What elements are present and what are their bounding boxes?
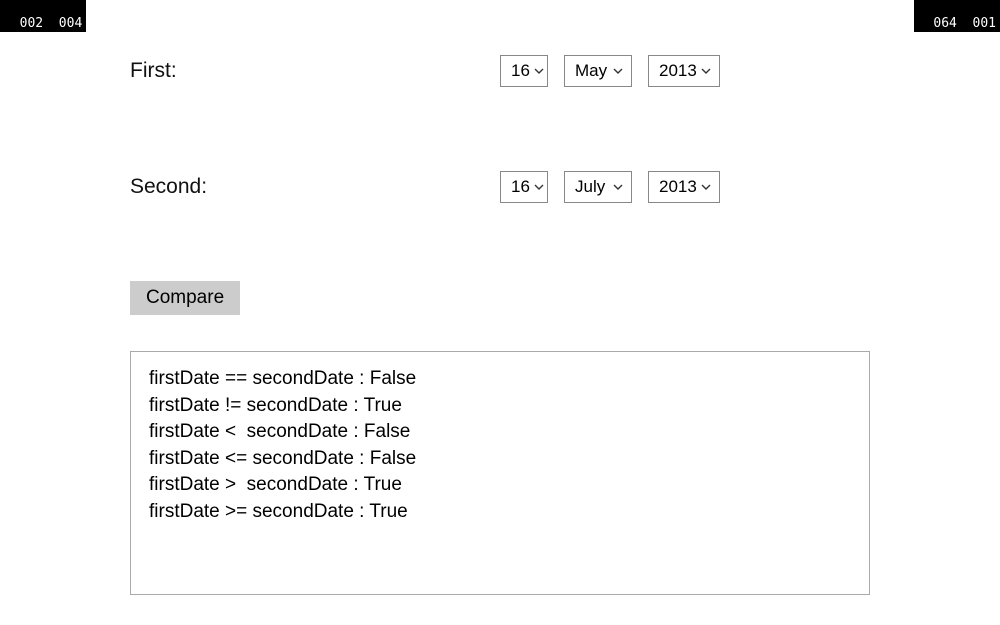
- first-year-value: 2013: [659, 61, 697, 81]
- output-line: firstDate >= secondDate : True: [149, 499, 851, 526]
- second-day-value: 16: [511, 177, 530, 197]
- output-line: firstDate < secondDate : False: [149, 419, 851, 446]
- chevron-down-icon: [534, 66, 544, 76]
- first-date-row: First: 16 May 2013: [130, 55, 870, 87]
- chevron-down-icon: [613, 66, 623, 76]
- corner-number: 001: [973, 16, 996, 31]
- second-year-select[interactable]: 2013: [648, 171, 720, 203]
- second-date-label: Second:: [130, 175, 500, 199]
- first-month-select[interactable]: May: [564, 55, 632, 87]
- chevron-down-icon: [701, 66, 711, 76]
- second-month-select[interactable]: July: [564, 171, 632, 203]
- second-year-value: 2013: [659, 177, 697, 197]
- corner-top-left: 002 004: [0, 0, 86, 32]
- output-textarea[interactable]: firstDate == secondDate : False firstDat…: [130, 351, 870, 595]
- compare-button[interactable]: Compare: [130, 281, 240, 315]
- output-line: firstDate == secondDate : False: [149, 366, 851, 393]
- first-month-value: May: [575, 61, 609, 81]
- corner-number: 064: [933, 16, 956, 31]
- second-date-row: Second: 16 July 2013: [130, 171, 870, 203]
- corner-top-right: 064 001: [914, 0, 1000, 32]
- corner-number: 002: [20, 16, 43, 31]
- chevron-down-icon: [613, 182, 623, 192]
- chevron-down-icon: [534, 182, 544, 192]
- output-line: firstDate <= secondDate : False: [149, 446, 851, 473]
- first-day-select[interactable]: 16: [500, 55, 548, 87]
- first-year-select[interactable]: 2013: [648, 55, 720, 87]
- output-line: firstDate > secondDate : True: [149, 472, 851, 499]
- second-day-select[interactable]: 16: [500, 171, 548, 203]
- output-line: firstDate != secondDate : True: [149, 393, 851, 420]
- corner-number: 004: [59, 16, 82, 31]
- chevron-down-icon: [701, 182, 711, 192]
- second-month-value: July: [575, 177, 609, 197]
- first-day-value: 16: [511, 61, 530, 81]
- first-date-label: First:: [130, 59, 500, 83]
